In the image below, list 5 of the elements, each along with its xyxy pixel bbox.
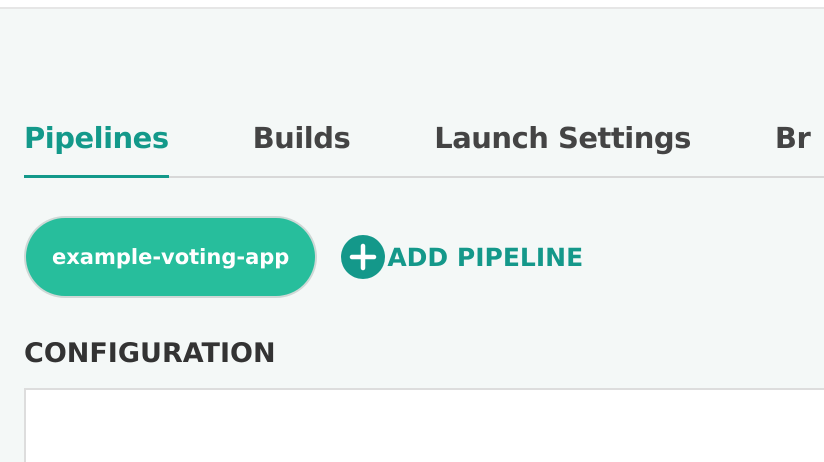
section-heading: CONFIGURATION: [24, 338, 277, 371]
plus-circle-icon: [341, 235, 386, 279]
tab[interactable]: Br: [774, 121, 810, 178]
tab[interactable]: Launch Settings: [434, 121, 691, 178]
tab[interactable]: Builds: [252, 121, 350, 178]
